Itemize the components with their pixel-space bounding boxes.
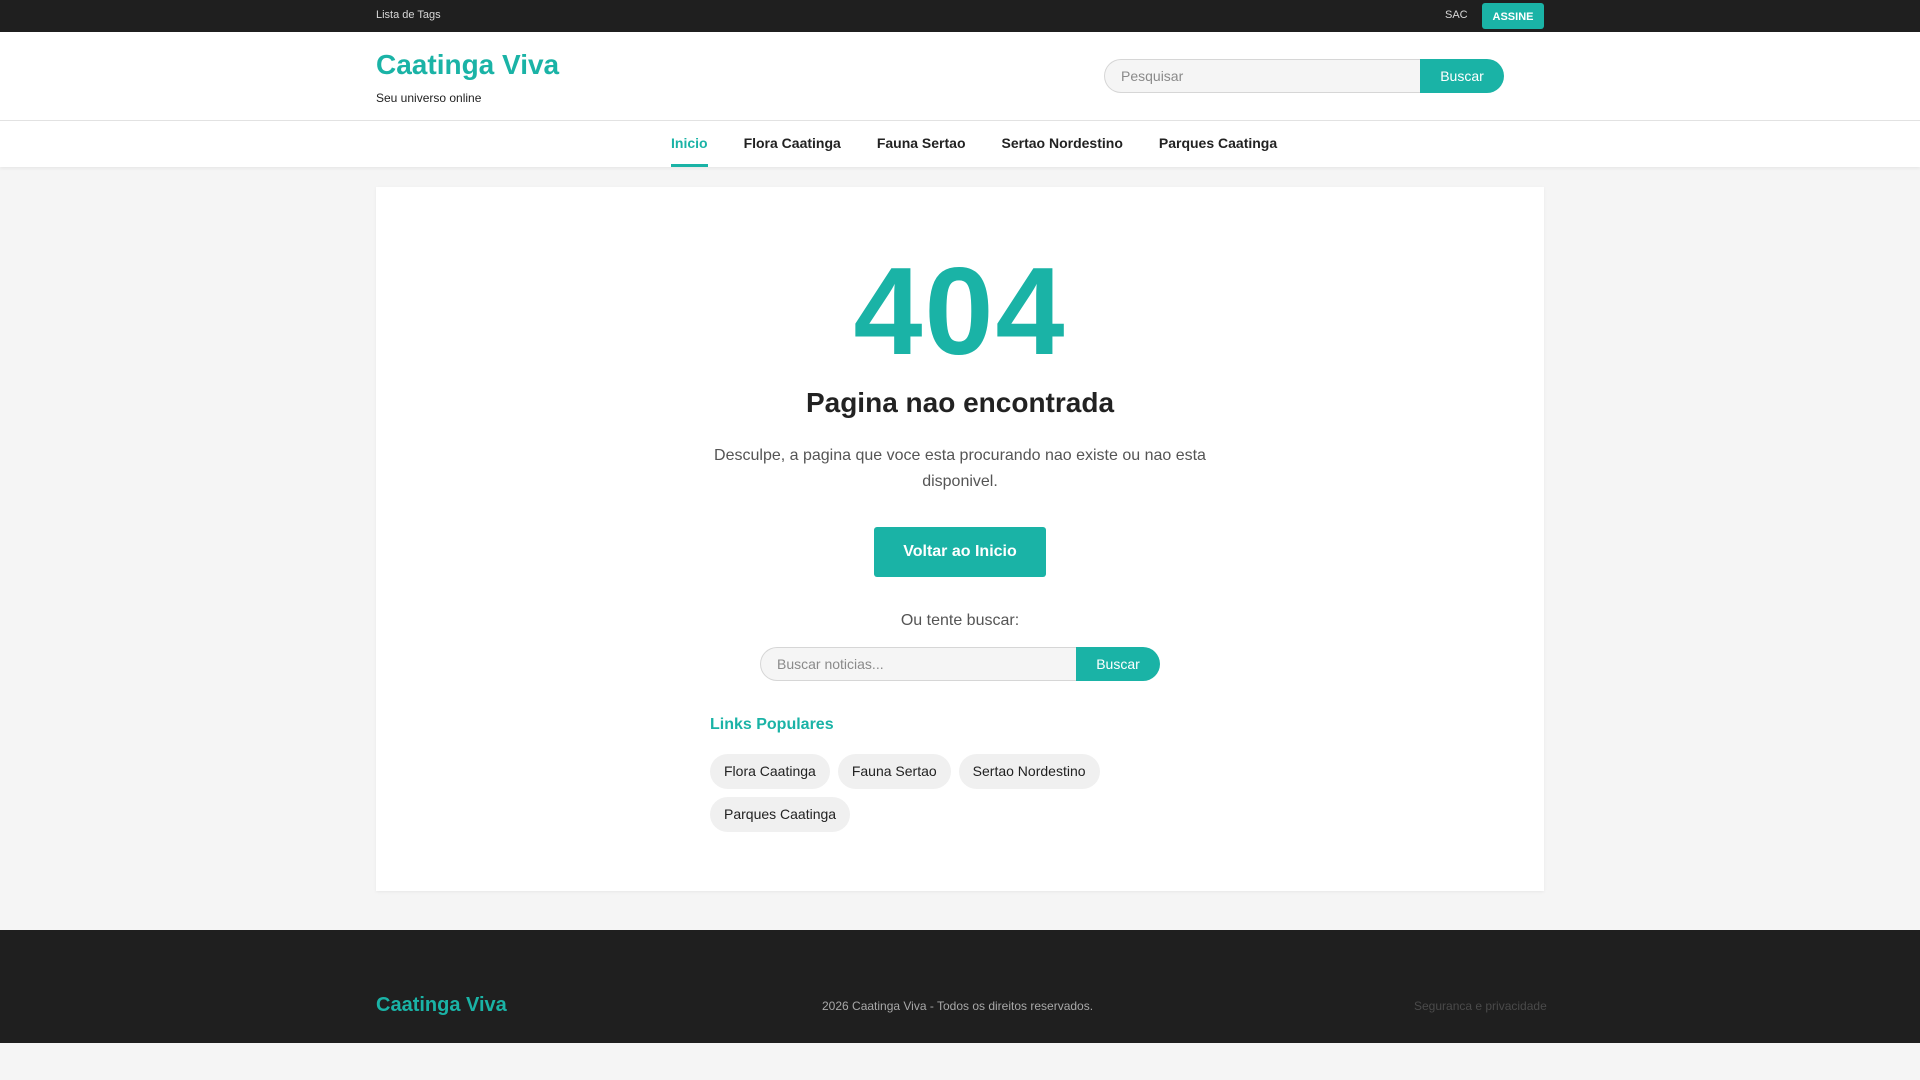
header-search-input[interactable] xyxy=(1104,59,1420,93)
popular-link-fauna-sertao[interactable]: Fauna Sertao xyxy=(837,754,951,789)
try-search-label: Ou tente buscar: xyxy=(900,612,1020,629)
popular-link-parques-caatinga[interactable]: Parques Caatinga xyxy=(710,797,851,832)
nav-item-parques-caatinga[interactable]: Parques Caatinga xyxy=(1159,121,1277,167)
error-title: Pagina nao encontrada xyxy=(805,387,1115,418)
privacy-link[interactable]: Seguranca e privacidade xyxy=(1414,998,1547,1014)
tags-list-link[interactable]: Lista de Tags xyxy=(376,0,441,32)
popular-links: Flora Caatinga Fauna Sertao Sertao Norde… xyxy=(710,754,1130,832)
popular-link-sertao-nordestino[interactable]: Sertao Nordestino xyxy=(958,754,1100,789)
news-search-button[interactable]: Buscar xyxy=(1076,647,1160,681)
popular-link-flora-caatinga[interactable]: Flora Caatinga xyxy=(710,754,830,789)
nav-item-flora-caatinga[interactable]: Flora Caatinga xyxy=(744,121,841,167)
error-search: Buscar xyxy=(760,647,1160,681)
error-card: 404 Pagina nao encontrada Desculpe, a pa… xyxy=(376,187,1544,891)
subscribe-button[interactable]: ASSINE xyxy=(1482,3,1544,29)
nav-items: Inicio Flora Caatinga Fauna Sertao Serta… xyxy=(671,121,1277,167)
footer-copyright: 2026 Caatinga Viva - Todos os direitos r… xyxy=(822,999,1094,1013)
popular-links-title: Links Populares xyxy=(710,716,834,733)
site-header: Caatinga Viva Seu universo online Buscar xyxy=(0,32,1920,121)
error-description: Desculpe, a pagina que voce esta procura… xyxy=(714,447,1206,490)
footer-logo[interactable]: Caatinga Viva xyxy=(376,993,507,1017)
news-search-input[interactable] xyxy=(760,647,1076,681)
error-code: 404 xyxy=(853,243,1067,381)
sac-link[interactable]: SAC xyxy=(1445,0,1468,32)
header-search: Buscar xyxy=(1104,59,1504,93)
nav-item-inicio[interactable]: Inicio xyxy=(671,121,708,167)
main-nav: Inicio Flora Caatinga Fauna Sertao Serta… xyxy=(0,121,1920,167)
header-search-button[interactable]: Buscar xyxy=(1420,59,1504,93)
nav-item-sertao-nordestino[interactable]: Sertao Nordestino xyxy=(1002,121,1123,167)
site-footer: Caatinga Viva 2026 Caatinga Viva - Todos… xyxy=(0,930,1920,1043)
nav-item-fauna-sertao[interactable]: Fauna Sertao xyxy=(877,121,966,167)
back-home-button[interactable]: Voltar ao Inicio xyxy=(874,527,1046,577)
site-logo[interactable]: Caatinga Viva xyxy=(376,48,559,82)
top-bar: Lista de Tags SAC ASSINE xyxy=(0,0,1920,32)
site-tagline: Seu universo online xyxy=(376,91,482,105)
